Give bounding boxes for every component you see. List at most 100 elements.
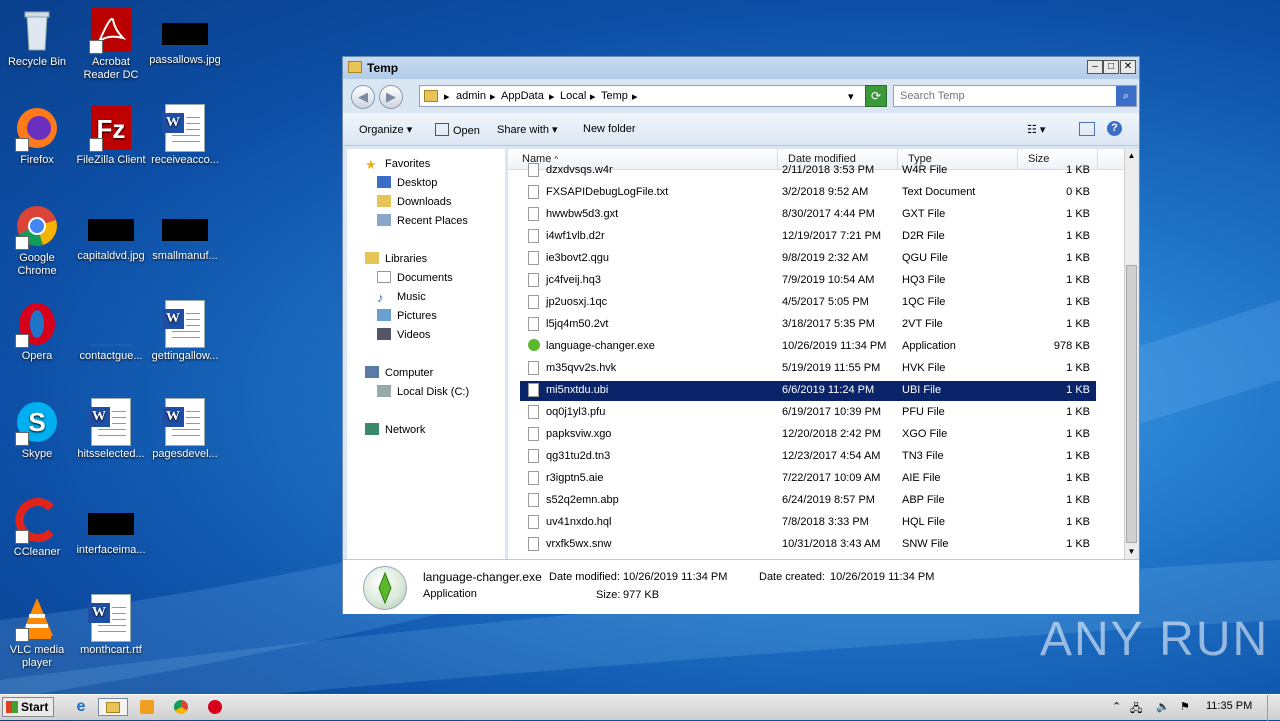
desktop-icon-chrome[interactable]: Google Chrome	[0, 202, 74, 278]
nav-favorites[interactable]: ★ Favorites	[365, 157, 430, 172]
file-row[interactable]: ie3bovt2.qgu 9/8/2019 2:32 AM QGU File 1 KB	[520, 249, 1096, 269]
file-row[interactable]: papksviw.xgo 12/20/2018 2:42 PM XGO File 1 …	[520, 425, 1096, 445]
vertical-scrollbar[interactable]: ▲ ▼	[1124, 149, 1138, 559]
file-row[interactable]: hwwbw5d3.gxt 8/30/2017 4:44 PM GXT File 1 K…	[520, 205, 1096, 225]
desktop-icon-label: FileZilla Client	[76, 154, 146, 166]
nav-downloads[interactable]: Downloads	[377, 195, 451, 208]
file-size: 1 KB	[1066, 296, 1090, 308]
open-button[interactable]: Open	[435, 123, 480, 137]
image-thumbnail-icon	[162, 219, 208, 241]
file-row[interactable]: dzxdvsqs.w4r 2/11/2018 3:53 PM W4R File 1 K…	[520, 161, 1096, 181]
view-options-icon[interactable]: ☷ ▾	[1027, 123, 1045, 136]
file-date: 12/23/2017 4:54 AM	[782, 450, 881, 462]
file-row[interactable]: FXSAPIDebugLogFile.txt 3/2/2018 9:52 AM Te…	[520, 183, 1096, 203]
new-folder-button[interactable]: New folder	[583, 123, 636, 135]
share-with-button[interactable]: Share with ▾	[497, 123, 558, 136]
nav-pictures[interactable]: Pictures	[377, 309, 437, 322]
desktop-icon-ccleaner[interactable]: CCleaner	[0, 496, 74, 559]
show-desktop-button[interactable]	[1267, 695, 1280, 721]
search-input[interactable]	[894, 86, 1116, 106]
desktop-icon-contactgue[interactable]: contactgue...	[74, 300, 148, 363]
desktop-icon-vlc[interactable]: VLC media player	[0, 594, 74, 670]
breadcrumb-local[interactable]: Local	[560, 90, 586, 102]
desktop-icon-opera[interactable]: Opera	[0, 300, 74, 363]
search-icon[interactable]: ⌕	[1116, 86, 1136, 106]
maximize-button[interactable]: □	[1103, 60, 1119, 74]
scroll-up-button[interactable]: ▲	[1125, 149, 1138, 163]
file-icon	[528, 163, 539, 177]
file-row[interactable]: vrxfk5wx.snw 10/31/2018 3:43 AM SNW File 1 …	[520, 535, 1096, 555]
file-date: 10/31/2018 3:43 AM	[782, 538, 881, 550]
desktop-icon-filezilla[interactable]: Fz FileZilla Client	[74, 104, 148, 167]
disk-icon	[377, 385, 391, 397]
desktop-icon-acrobat[interactable]: Acrobat Reader DC	[74, 6, 148, 82]
desktop-icon-capitaldvd[interactable]: capitaldvd.jpg	[74, 202, 148, 263]
minimize-button[interactable]: –	[1087, 60, 1103, 74]
file-row[interactable]: m35qvv2s.hvk 5/19/2019 11:55 PM HVK File 1 …	[520, 359, 1096, 379]
desktop-icon-monthcart[interactable]: W monthcart.rtf	[74, 594, 148, 657]
details-size-label: Size:	[596, 589, 621, 601]
title-bar[interactable]: Temp – □ ✕	[343, 57, 1139, 79]
open-icon	[435, 123, 449, 136]
nav-libraries[interactable]: Libraries	[365, 252, 427, 265]
scroll-thumb[interactable]	[1126, 265, 1137, 543]
media-player-icon[interactable]	[136, 698, 158, 716]
file-row[interactable]: r3igptn5.aie 7/22/2017 10:09 AM AIE File 1 …	[520, 469, 1096, 489]
file-row[interactable]: i4wf1vlb.d2r 12/19/2017 7:21 PM D2R File 1 …	[520, 227, 1096, 247]
scroll-down-button[interactable]: ▼	[1125, 545, 1138, 559]
nav-computer[interactable]: Computer	[365, 366, 433, 379]
chrome-taskbar-icon[interactable]	[170, 698, 192, 716]
file-row[interactable]: jp2uosxj.1qc 4/5/2017 5:05 PM 1QC File 1 KB	[520, 293, 1096, 313]
explorer-taskbar-icon[interactable]	[98, 698, 128, 716]
opera-taskbar-icon[interactable]	[204, 698, 226, 716]
back-button[interactable]: ◀	[351, 85, 375, 109]
file-row[interactable]: oq0j1yl3.pfu 6/19/2017 10:39 PM PFU File 1 …	[520, 403, 1096, 423]
nav-recent-places[interactable]: Recent Places	[377, 214, 468, 227]
nav-desktop[interactable]: Desktop	[377, 176, 437, 189]
file-row[interactable]: qg31tu2d.tn3 12/23/2017 4:54 AM TN3 File 1 …	[520, 447, 1096, 467]
desktop-icon-passallows[interactable]: passallows.jpg	[148, 6, 222, 67]
desktop-icon-pagesdevel[interactable]: W pagesdevel...	[148, 398, 222, 461]
clock[interactable]: 11:35 PM	[1206, 700, 1252, 712]
close-button[interactable]: ✕	[1120, 60, 1136, 74]
breadcrumb-temp[interactable]: Temp	[601, 90, 628, 102]
volume-icon[interactable]: 🔈	[1156, 700, 1170, 713]
desktop-icon-smallmanuf[interactable]: smallmanuf...	[148, 202, 222, 263]
desktop-icon-recycle-bin[interactable]: Recycle Bin	[0, 6, 74, 69]
file-row[interactable]: s52q2emn.abp 6/24/2019 8:57 PM ABP File 1 K…	[520, 491, 1096, 511]
show-hidden-icons-icon[interactable]: ⌃	[1112, 700, 1121, 713]
desktop-icon-firefox[interactable]: Firefox	[0, 104, 74, 167]
desktop-icon-gettingallow[interactable]: W gettingallow...	[148, 300, 222, 363]
desktop-icon-interfaceima[interactable]: interfaceima...	[74, 496, 148, 557]
desktop-icon-skype[interactable]: S Skype	[0, 398, 74, 461]
breadcrumb-admin[interactable]: admin	[456, 90, 486, 102]
nav-music[interactable]: ♪ Music	[377, 290, 426, 305]
preview-pane-icon[interactable]	[1079, 122, 1095, 136]
desktop-icon-receiveacco[interactable]: W receiveacco...	[148, 104, 222, 167]
star-icon: ★	[365, 157, 377, 172]
refresh-button[interactable]: ⟳	[865, 85, 887, 107]
address-dropdown-icon[interactable]: ▾	[848, 90, 854, 103]
nav-local-disk[interactable]: Local Disk (C:)	[377, 385, 469, 398]
navigation-pane: ★ Favorites Desktop Downloads Recent Plac…	[347, 149, 505, 559]
address-bar[interactable]: ▸ admin ▸ AppData ▸ Local ▸ Temp ▸ ▾	[419, 85, 887, 107]
file-row[interactable]: l5jq4m50.2vt 3/18/2017 5:35 PM 2VT File 1 K…	[520, 315, 1096, 335]
forward-button[interactable]: ▶	[379, 85, 403, 109]
desktop-icon-hitsselected[interactable]: W hitsselected...	[74, 398, 148, 461]
nav-videos[interactable]: Videos	[377, 328, 430, 341]
file-row[interactable]: jc4fveij.hq3 7/9/2019 10:54 AM HQ3 File 1 K…	[520, 271, 1096, 291]
file-date: 2/11/2018 3:53 PM	[782, 164, 875, 176]
file-row[interactable]: language-changer.exe 10/26/2019 11:34 PM A…	[520, 337, 1096, 357]
network-tray-icon[interactable]: 🖧	[1130, 700, 1142, 719]
help-icon[interactable]: ?	[1107, 121, 1122, 136]
nav-documents[interactable]: Documents	[377, 271, 453, 284]
nav-network[interactable]: Network	[365, 423, 425, 436]
breadcrumb-appdata[interactable]: AppData	[501, 90, 544, 102]
organize-button[interactable]: Organize ▾	[359, 123, 412, 136]
action-center-flag-icon[interactable]: ⚑	[1180, 700, 1190, 713]
file-row[interactable]: mi5nxtdu.ubi 6/6/2019 11:24 PM UBI File 1 K…	[520, 381, 1096, 401]
internet-explorer-icon[interactable]: e	[70, 698, 92, 716]
start-button[interactable]: Start	[2, 697, 54, 717]
file-icon	[528, 471, 539, 485]
file-row[interactable]: uv41nxdo.hql 7/8/2018 3:33 PM HQL File 1 KB	[520, 513, 1096, 533]
